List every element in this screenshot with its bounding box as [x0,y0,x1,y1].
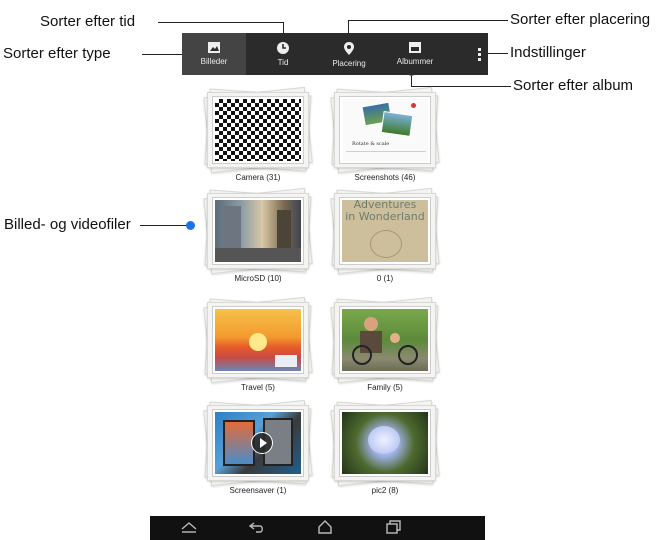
album-label: Screenshots (46) [354,173,416,182]
tab-albums[interactable]: Albummer [382,33,448,75]
album-label: Screensaver (1) [229,486,287,495]
tab-time[interactable]: Tid [250,33,316,75]
album-thumbnail-checkerboard [213,97,303,163]
tab-location-label: Placering [332,59,366,68]
tab-images-label: Billeder [200,57,228,66]
album-label: Camera (31) [235,173,281,182]
clock-icon [277,42,289,54]
screenshot-caption: Rotate & scale [352,141,390,147]
album-item[interactable]: Travel (5) [203,296,313,392]
tab-location[interactable]: Placering [316,33,382,75]
pointer-dot-files [186,221,195,230]
album-label: Travel (5) [241,383,275,392]
leader-line-location [348,20,508,21]
album-icon [409,42,421,53]
callout-sort-by-time: Sorter efter tid [40,13,136,30]
callout-sort-by-location: Sorter efter placering [510,11,651,28]
album-label: MicroSD (10) [234,274,282,283]
location-pin-icon [344,42,354,55]
album-item[interactable]: Adventures in Wonderland 0 (1) [330,187,440,283]
play-icon[interactable] [251,432,273,454]
album-item[interactable]: Rotate & scale Screenshots (46) [330,86,440,182]
album-item[interactable]: pic2 (8) [330,399,440,495]
tab-images[interactable]: Billeder [182,33,246,75]
album-thumbnail-street [213,198,303,264]
album-item[interactable]: Screensaver (1) [203,399,313,495]
album-thumbnail-flowers [340,410,430,476]
recent-apps-icon[interactable] [384,519,402,535]
album-label: 0 (1) [376,274,394,283]
leader-line-time [158,22,284,23]
album-label: Family (5) [367,383,403,392]
back-icon[interactable] [248,519,266,535]
album-thumbnail-book-cover: Adventures in Wonderland [340,198,430,264]
callout-image-video-files: Billed- og videofiler [4,216,131,233]
album-label: pic2 (8) [371,486,399,495]
tab-albums-label: Albummer [396,57,434,66]
album-item[interactable]: Camera (31) [203,86,313,182]
callout-settings: Indstillinger [510,44,586,61]
tab-time-label: Tid [277,58,289,67]
image-icon [208,42,220,53]
home-icon[interactable] [316,519,334,535]
leader-line-files [140,225,190,226]
album-thumbnail-screensaver-video [213,410,303,476]
system-navigation-bar [150,516,485,540]
album-thumbnail-screenshots: Rotate & scale [340,97,430,163]
hide-keyboard-chevron-icon[interactable] [180,519,198,535]
overflow-menu-icon[interactable] [470,33,488,75]
callout-sort-by-album: Sorter efter album [513,77,634,94]
album-thumbnail-family-bike [340,307,430,373]
book-cover-title-2: in Wonderland [345,210,425,223]
gallery-action-bar: Billeder Tid Placering Albummer [182,33,488,75]
album-item[interactable]: Family (5) [330,296,440,392]
album-thumbnail-sunset [213,307,303,373]
album-item[interactable]: MicroSD (10) [203,187,313,283]
callout-sort-by-type: Sorter efter type [3,45,111,62]
